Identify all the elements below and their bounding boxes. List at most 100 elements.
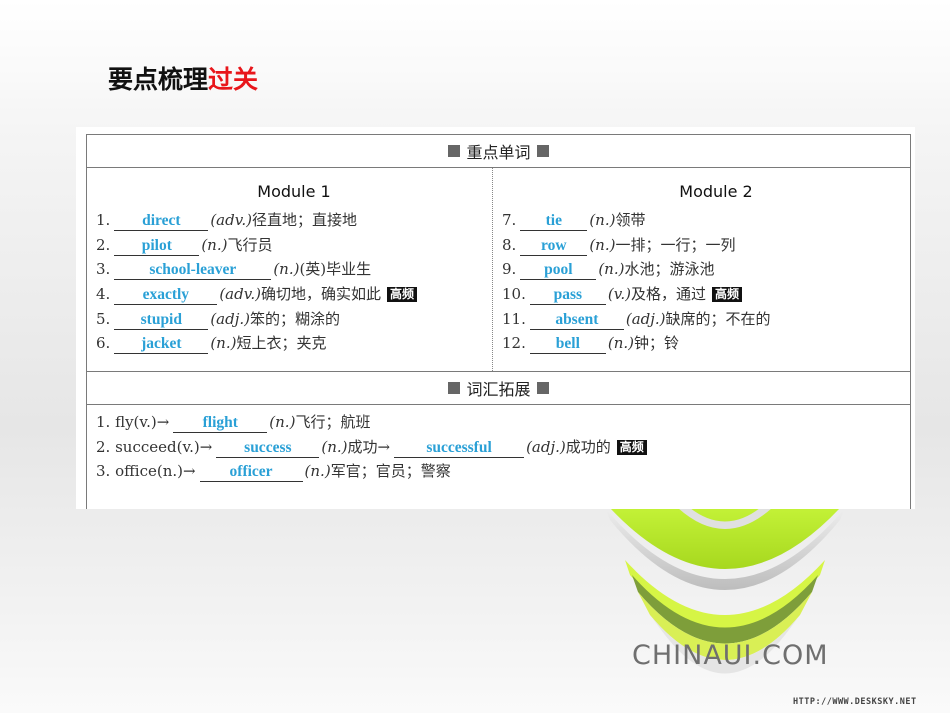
part-of-speech: (v.) [607,285,632,304]
word-list: 1. direct (adv.)径直地；直接地 2. pilot (n.)飞行员 3. sch… [96,208,492,356]
meaning-text: 领带 [615,211,646,229]
part-of-speech: (n.) [201,235,228,254]
extension-item: 3. office(n.)→ officer (n.)军官；官员；警察 [96,459,910,484]
answer-blank[interactable]: success [216,438,320,458]
word-item: 12. bell (n.)钟；铃 [502,331,910,356]
meaning-text: 笨的；糊涂的 [249,309,340,328]
meaning-text: 水池；游泳池 [624,260,715,279]
word-item: 2. pilot (n.)飞行员 [96,233,492,258]
meaning-text: 军官；官员；警察 [330,462,451,481]
section-header-vocab-ext: 词汇拓展 [87,372,910,405]
title-main: 要点梳理 [108,65,209,94]
answer-blank[interactable]: row [520,236,588,256]
part-of-speech: (n.) [589,235,616,254]
watermark-url: HTTP://WWW.DESKSKY.NET [793,697,917,707]
part-of-speech: (n.) [607,334,634,353]
answer-blank[interactable]: stupid [114,310,209,330]
meaning-text: 径直地；直接地 [252,211,358,229]
part-of-speech: (n.) [273,260,300,279]
part-of-speech: (adj.) [526,437,566,456]
word-item: 3. school-leaver (n.)(英)毕业生 [96,257,492,282]
part-of-speech: (adv.) [210,211,253,229]
item-number: 7. [502,211,517,229]
section-title: 重点单词 [466,143,531,162]
answer-blank[interactable]: flight [173,413,268,433]
answer-blank[interactable]: school-leaver [114,260,272,281]
meaning-text: 飞行；航班 [295,413,371,431]
module-title: Module 2 [679,182,753,201]
word-item: 1. direct (adv.)径直地；直接地 [96,208,492,233]
item-number: 8. [502,235,517,254]
part-of-speech: (n.) [598,260,625,279]
extension-item: 2. succeed(v.)→ success (n.)成功→ successful(… [96,435,910,460]
module-title: Module 1 [257,182,331,201]
answer-blank[interactable]: jacket [114,334,209,355]
square-bullet-icon [448,145,461,157]
extension-list: 1. fly(v.)→ flight (n.)飞行；航班 2. succeed(v.)… [87,405,910,484]
base-word: 2. succeed(v.)→ [96,437,213,456]
base-word: 1. fly(v.)→ [96,413,170,431]
item-number: 9. [502,260,517,279]
answer-blank[interactable]: pass [529,285,606,306]
square-bullet-icon [448,382,461,394]
word-item: 8. row (n.)一排；一行；一列 [502,233,910,258]
item-number: 3. [96,260,111,279]
part-of-speech: (adj.) [625,309,666,328]
part-of-speech: (adj.) [210,309,250,328]
meaning-text: 确切地，确实如此 [261,285,382,304]
word-item: 4. exactly (adv.)确切地，确实如此 高频 [96,282,492,307]
item-number: 10. [502,285,526,304]
slide-title: 要点梳理过关 [108,60,258,96]
base-word: 3. office(n.)→ [96,462,196,481]
answer-blank[interactable]: absent [529,310,624,330]
module-column: Module 2 7. tie (n.)领带 8. row (n.)一排；一行；一列 9. p… [492,168,910,371]
meaning-text: 及格，通过 [631,285,707,304]
word-item: 11. absent (adj.)缺席的；不在的 [502,307,910,332]
meaning-text: 钟；铃 [634,334,680,353]
word-item: 10. pass (v.)及格，通过 高频 [502,282,910,307]
high-frequency-badge: 高频 [387,287,418,303]
meaning-text: 成功→ [347,437,391,456]
meaning-text: 短上衣；夹克 [236,334,327,353]
item-number: 2. [96,235,111,254]
part-of-speech: (adv.) [219,285,262,304]
square-bullet-icon [536,145,549,157]
extension-item: 1. fly(v.)→ flight (n.)飞行；航班 [96,410,910,435]
meaning-text: (英)毕业生 [299,260,372,279]
item-number: 12. [502,334,526,353]
answer-blank[interactable]: tie [520,211,588,231]
part-of-speech: (n.) [304,462,331,481]
item-number: 11. [502,309,526,328]
word-list: 7. tie (n.)领带 8. row (n.)一排；一行；一列 9. pool (n.)水池… [502,208,910,356]
brand-logo-text: CHINAUI.COM [632,640,829,671]
content-card: 重点单词 Module 1 1. direct (adv.)径直地；直接地 2. pil… [76,127,915,509]
item-number: 1. [96,211,111,229]
vocab-table: 重点单词 Module 1 1. direct (adv.)径直地；直接地 2. pil… [86,134,911,509]
part-of-speech: (n.) [589,211,616,229]
meaning-text: 成功的 [565,437,611,456]
part-of-speech: (n.) [269,413,296,431]
answer-blank[interactable]: bell [529,334,606,355]
word-item: 9. pool (n.)水池；游泳池 [502,257,910,282]
answer-blank[interactable]: exactly [114,285,218,306]
word-item: 7. tie (n.)领带 [502,208,910,233]
high-frequency-badge: 高频 [616,439,647,455]
section-header-key-words: 重点单词 [87,135,910,168]
answer-blank[interactable]: direct [114,211,209,231]
word-item: 6. jacket (n.)短上衣；夹克 [96,331,492,356]
item-number: 4. [96,285,111,304]
part-of-speech: (n.) [210,334,237,353]
module-column: Module 1 1. direct (adv.)径直地；直接地 2. pilot (n.… [87,168,492,371]
answer-blank[interactable]: pilot [114,236,200,256]
answer-blank[interactable]: officer [199,462,303,483]
decorative-cup-image [605,500,845,674]
meaning-text: 缺席的；不在的 [665,309,771,328]
item-number: 6. [96,334,111,353]
meaning-text: 飞行员 [227,235,273,254]
answer-blank[interactable]: successful [394,438,525,458]
answer-blank[interactable]: pool [520,260,597,281]
item-number: 5. [96,309,111,328]
title-accent: 过关 [208,65,259,94]
word-item: 5. stupid (adj.)笨的；糊涂的 [96,307,492,332]
high-frequency-badge: 高频 [712,287,743,303]
